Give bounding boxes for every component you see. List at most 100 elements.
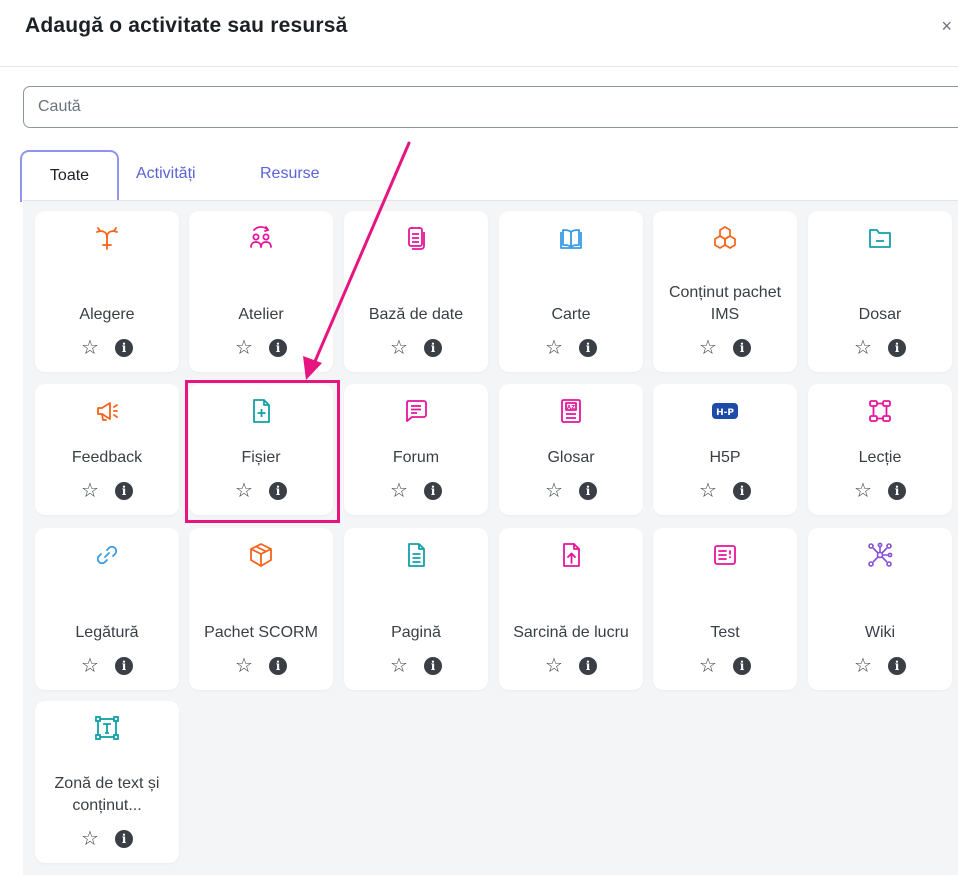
activity-card[interactable]: Forum ☆ i xyxy=(344,384,488,515)
star-icon[interactable]: ☆ xyxy=(81,655,99,677)
tab-all[interactable]: Toate xyxy=(20,150,119,202)
info-icon[interactable]: i xyxy=(578,339,597,357)
activity-card[interactable]: Bază de date ☆ i xyxy=(344,211,488,372)
star-icon[interactable]: ☆ xyxy=(390,655,408,677)
activity-card[interactable]: Legătură ☆ i xyxy=(35,528,179,690)
info-icon[interactable]: i xyxy=(114,657,133,675)
star-icon[interactable]: ☆ xyxy=(390,337,408,359)
info-icon[interactable]: i xyxy=(578,657,597,675)
info-icon[interactable]: i xyxy=(423,339,442,357)
info-icon[interactable]: i xyxy=(114,339,133,357)
info-icon[interactable]: i xyxy=(732,657,751,675)
star-icon[interactable]: ☆ xyxy=(235,480,253,502)
assignment-upload-icon xyxy=(558,542,584,568)
star-icon[interactable]: ☆ xyxy=(854,655,872,677)
info-icon[interactable]: i xyxy=(114,830,133,848)
activity-card[interactable]: Fișier ☆ i xyxy=(189,384,333,515)
glossary-az-icon: AZ xyxy=(558,398,584,424)
activity-card[interactable]: H-P H5P ☆ i xyxy=(653,384,797,515)
activity-card[interactable]: Pagină ☆ i xyxy=(344,528,488,690)
star-icon[interactable]: ☆ xyxy=(545,655,563,677)
card-actions: ☆ i xyxy=(35,655,179,677)
activity-card[interactable]: AZ Glosar ☆ i xyxy=(499,384,643,515)
lesson-nodes-icon xyxy=(867,398,893,424)
activity-name: Legătură xyxy=(75,624,139,641)
star-icon[interactable]: ☆ xyxy=(235,655,253,677)
info-icon[interactable]: i xyxy=(578,482,597,500)
info-icon[interactable]: i xyxy=(887,339,906,357)
star-icon[interactable]: ☆ xyxy=(81,828,99,850)
star-icon[interactable]: ☆ xyxy=(545,480,563,502)
tab-activities[interactable]: Activități xyxy=(136,150,196,202)
activity-name: Conținut pachet IMS xyxy=(668,284,782,323)
card-actions: ☆ i xyxy=(808,480,952,502)
svg-text:AZ: AZ xyxy=(567,405,575,411)
card-actions: ☆ i xyxy=(344,480,488,502)
svg-text:H-P: H-P xyxy=(716,408,734,418)
file-plus-icon xyxy=(248,398,274,424)
info-icon[interactable]: i xyxy=(732,482,751,500)
activity-card[interactable]: Test ☆ i xyxy=(653,528,797,690)
activity-card[interactable]: Atelier ☆ i xyxy=(189,211,333,372)
card-actions: ☆ i xyxy=(653,480,797,502)
star-icon[interactable]: ☆ xyxy=(390,480,408,502)
dialog-header: Adaugă o activitate sau resursă × xyxy=(0,0,958,67)
info-icon[interactable]: i xyxy=(268,657,287,675)
activity-name: Sarcină de lucru xyxy=(513,624,629,641)
card-actions: ☆ i xyxy=(808,337,952,359)
star-icon[interactable]: ☆ xyxy=(854,337,872,359)
activity-card[interactable]: Carte ☆ i xyxy=(499,211,643,372)
activity-card[interactable]: Zonă de text și conținut... ☆ i xyxy=(35,701,179,863)
choice-arrows-icon xyxy=(94,225,120,251)
activity-name: Alegere xyxy=(79,306,135,323)
activity-name: Bază de date xyxy=(368,306,464,323)
info-icon[interactable]: i xyxy=(887,482,906,500)
activity-name: Lecție xyxy=(858,449,902,466)
activity-name: Atelier xyxy=(238,306,284,323)
star-icon[interactable]: ☆ xyxy=(235,337,253,359)
star-icon[interactable]: ☆ xyxy=(81,480,99,502)
info-icon[interactable]: i xyxy=(114,482,133,500)
info-icon[interactable]: i xyxy=(268,339,287,357)
dialog-title: Adaugă o activitate sau resursă xyxy=(25,14,348,37)
info-icon[interactable]: i xyxy=(887,657,906,675)
star-icon[interactable]: ☆ xyxy=(545,337,563,359)
quiz-icon xyxy=(712,542,738,568)
card-actions: ☆ i xyxy=(499,337,643,359)
activity-card[interactable]: Dosar ☆ i xyxy=(808,211,952,372)
megaphone-icon xyxy=(94,398,120,424)
activity-name: Pachet SCORM xyxy=(204,624,318,641)
activity-name: Fișier xyxy=(241,449,281,466)
activity-card[interactable]: Alegere ☆ i xyxy=(35,211,179,372)
star-icon[interactable]: ☆ xyxy=(699,480,717,502)
star-icon[interactable]: ☆ xyxy=(81,337,99,359)
info-icon[interactable]: i xyxy=(268,482,287,500)
book-icon xyxy=(558,225,584,251)
tab-resources[interactable]: Resurse xyxy=(260,150,320,202)
text-area-icon xyxy=(94,715,120,741)
card-actions: ☆ i xyxy=(344,337,488,359)
activity-card[interactable]: Conținut pachet IMS ☆ i xyxy=(653,211,797,372)
star-icon[interactable]: ☆ xyxy=(699,655,717,677)
card-actions: ☆ i xyxy=(499,655,643,677)
activity-card[interactable]: Wiki ☆ i xyxy=(808,528,952,690)
info-icon[interactable]: i xyxy=(423,657,442,675)
card-actions: ☆ i xyxy=(35,480,179,502)
info-icon[interactable]: i xyxy=(732,339,751,357)
activity-card[interactable]: Sarcină de lucru ☆ i xyxy=(499,528,643,690)
scorm-box-icon xyxy=(248,542,274,568)
search-input[interactable] xyxy=(23,86,958,128)
activity-name: Wiki xyxy=(864,624,896,641)
close-icon[interactable]: × xyxy=(941,16,952,37)
activity-name: H5P xyxy=(709,449,741,466)
h5p-badge-icon: H-P xyxy=(712,398,738,424)
info-icon[interactable]: i xyxy=(423,482,442,500)
card-actions: ☆ i xyxy=(344,655,488,677)
activity-card[interactable]: Lecție ☆ i xyxy=(808,384,952,515)
star-icon[interactable]: ☆ xyxy=(854,480,872,502)
card-actions: ☆ i xyxy=(189,337,333,359)
star-icon[interactable]: ☆ xyxy=(699,337,717,359)
activity-card[interactable]: Pachet SCORM ☆ i xyxy=(189,528,333,690)
activity-card[interactable]: Feedback ☆ i xyxy=(35,384,179,515)
card-actions: ☆ i xyxy=(35,828,179,850)
